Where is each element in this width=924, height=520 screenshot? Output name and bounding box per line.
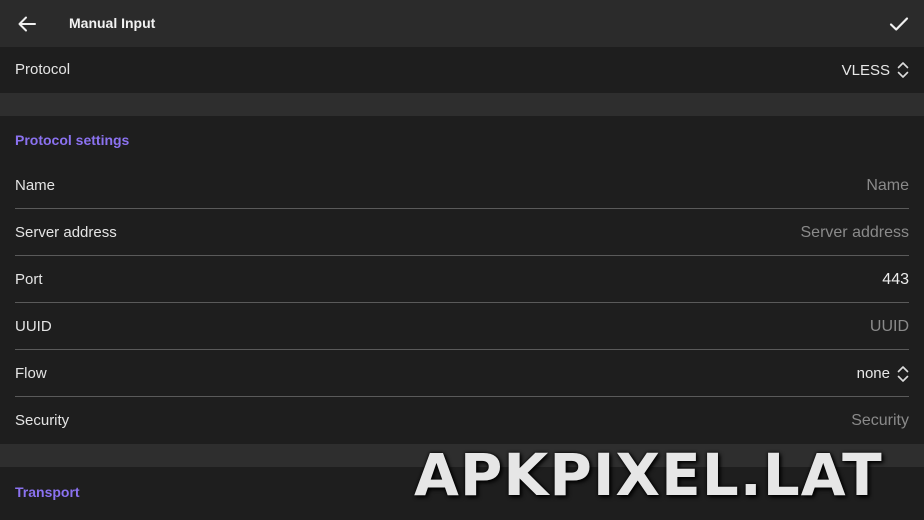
protocol-label: Protocol xyxy=(15,61,71,78)
protocol-settings-title: Protocol settings xyxy=(15,132,130,148)
name-input[interactable] xyxy=(609,175,909,197)
server-address-input[interactable] xyxy=(609,222,909,244)
server-address-label: Server address xyxy=(15,224,117,241)
protocol-settings-section: Protocol settings Name Server address Po… xyxy=(0,116,924,444)
page-title: Manual Input xyxy=(69,15,156,31)
uuid-input[interactable] xyxy=(609,316,909,338)
name-field-row[interactable]: Name xyxy=(0,162,924,209)
watermark-text: APKPIXEL.LAT xyxy=(414,441,883,509)
security-field-row[interactable]: Security xyxy=(0,397,924,444)
top-app-bar: Manual Input xyxy=(0,0,924,47)
unfold-chevron-icon xyxy=(897,366,909,382)
uuid-label: UUID xyxy=(15,318,52,335)
port-input[interactable] xyxy=(609,269,909,291)
protocol-selector[interactable]: Protocol VLESS xyxy=(0,47,924,93)
manual-input-screen: Manual Input Protocol VLESS Protocol set… xyxy=(0,0,924,520)
section-gap xyxy=(0,93,924,116)
uuid-field-row[interactable]: UUID xyxy=(0,303,924,350)
flow-label: Flow xyxy=(15,365,47,382)
back-button[interactable] xyxy=(15,12,39,36)
security-label: Security xyxy=(15,412,70,429)
server-address-field-row[interactable]: Server address xyxy=(0,209,924,256)
security-input[interactable] xyxy=(609,410,909,432)
name-label: Name xyxy=(15,177,56,194)
arrow-left-icon xyxy=(18,16,36,32)
check-icon xyxy=(889,17,909,31)
port-field-row[interactable]: Port xyxy=(0,256,924,303)
flow-selector[interactable]: Flow none xyxy=(0,350,924,397)
transport-title: Transport xyxy=(15,484,80,500)
protocol-value: VLESS xyxy=(841,62,890,79)
unfold-chevron-icon xyxy=(897,62,909,78)
flow-value: none xyxy=(856,365,890,382)
confirm-button[interactable] xyxy=(886,11,912,37)
port-label: Port xyxy=(15,271,43,288)
